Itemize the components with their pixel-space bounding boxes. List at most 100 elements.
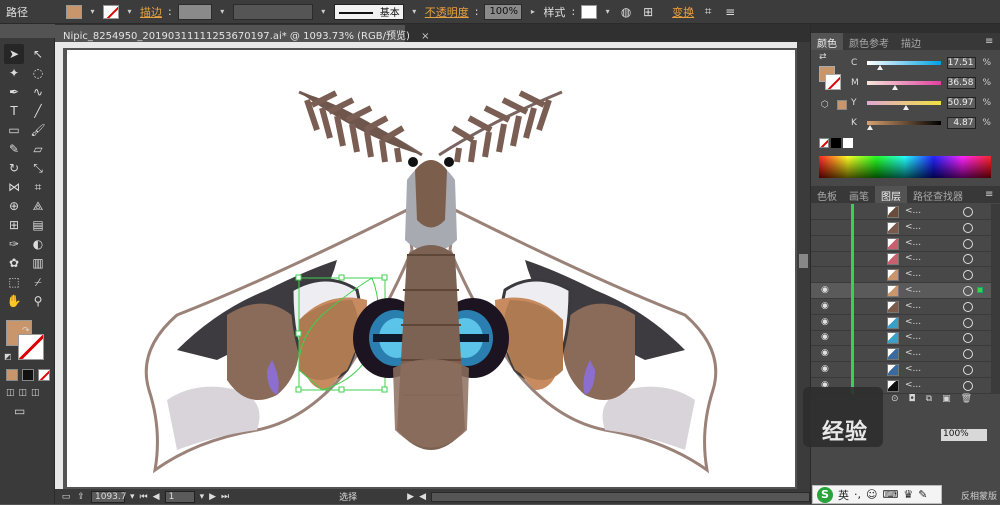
- panel-tab[interactable]: 描边: [895, 33, 927, 50]
- channel-slider[interactable]: [866, 81, 941, 90]
- channel-value-field[interactable]: 4.87: [947, 117, 977, 129]
- layer-name[interactable]: <...: [905, 364, 921, 374]
- channel-value-field[interactable]: 50.97: [946, 97, 977, 109]
- stroke-weight-dropdown-icon[interactable]: ▾: [218, 5, 227, 19]
- target-icon[interactable]: [963, 254, 973, 265]
- panel-tab[interactable]: 颜色参考: [843, 33, 895, 50]
- delete-icon[interactable]: 🗑: [961, 394, 972, 406]
- opacity-field[interactable]: 100%: [484, 3, 523, 20]
- layer-name[interactable]: <...: [905, 348, 921, 358]
- slider-knob[interactable]: [867, 125, 874, 130]
- eraser-icon[interactable]: ▱: [28, 139, 48, 159]
- target-icon[interactable]: [963, 270, 973, 281]
- locate-object-icon[interactable]: ⊙: [891, 394, 899, 406]
- visibility-eye-icon[interactable]: [821, 223, 831, 232]
- page-field[interactable]: 1: [164, 490, 195, 503]
- direct-selection-icon[interactable]: ↖: [28, 44, 48, 64]
- export-icon[interactable]: ⇪: [76, 489, 86, 505]
- brush-definition-field[interactable]: 基本: [333, 3, 404, 20]
- swap-icon[interactable]: ⇄: [819, 52, 827, 62]
- selection-indicator-icon[interactable]: [977, 287, 983, 293]
- layer-name[interactable]: <...: [905, 238, 921, 248]
- ime-tools-icon[interactable]: ✎: [918, 488, 927, 501]
- type-icon[interactable]: T: [4, 101, 24, 121]
- panel-menu-icon[interactable]: ≡: [722, 4, 738, 20]
- panel-tab[interactable]: 色板: [811, 186, 843, 203]
- slider-knob[interactable]: [903, 105, 910, 110]
- first-page-icon[interactable]: ⏮: [140, 492, 148, 502]
- ime-language[interactable]: 英: [838, 487, 849, 503]
- graph-icon[interactable]: ▥: [28, 253, 48, 273]
- layers-scrollbar[interactable]: [991, 204, 1000, 394]
- artboard-icon[interactable]: ⬚: [4, 272, 24, 292]
- transform-label[interactable]: 变换: [672, 4, 694, 20]
- color-mode-icon[interactable]: [6, 369, 18, 381]
- profile-dropdown-icon[interactable]: ▾: [319, 5, 328, 19]
- opacity-label[interactable]: 不透明度: [425, 4, 469, 20]
- none-mode-icon[interactable]: [38, 369, 50, 381]
- fill-color-swatch[interactable]: [66, 4, 82, 19]
- ime-emoji-icon[interactable]: ☺: [866, 488, 877, 501]
- horizontal-scrollbar[interactable]: [430, 491, 810, 502]
- visibility-eye-icon[interactable]: ◉: [821, 333, 831, 342]
- free-transform-icon[interactable]: ⌗: [28, 177, 48, 197]
- next-page-icon[interactable]: ▶: [209, 492, 216, 502]
- line-icon[interactable]: ╱: [28, 101, 48, 121]
- layer-name[interactable]: <...: [905, 332, 921, 342]
- eyedropper-icon[interactable]: ✑: [4, 234, 24, 254]
- target-icon[interactable]: [963, 365, 973, 375]
- target-icon[interactable]: [963, 286, 973, 296]
- channel-value-field[interactable]: 17.51: [946, 57, 977, 69]
- layer-name[interactable]: <...: [905, 269, 921, 279]
- gradient-icon[interactable]: ▤: [28, 215, 48, 235]
- white-color-icon[interactable]: [843, 138, 853, 148]
- lasso-icon[interactable]: ◌: [28, 63, 48, 83]
- panel-tab[interactable]: 颜色: [811, 33, 843, 50]
- visibility-eye-icon[interactable]: [821, 270, 831, 279]
- target-icon[interactable]: [963, 380, 973, 391]
- layer-name[interactable]: <...: [905, 285, 921, 295]
- color-panel-stroke-swatch[interactable]: [825, 74, 841, 90]
- target-icon[interactable]: [963, 238, 973, 249]
- target-icon[interactable]: [963, 349, 973, 360]
- layer-row[interactable]: ◉ <...: [811, 298, 991, 315]
- mesh-icon[interactable]: ⊞: [4, 215, 24, 235]
- channel-slider[interactable]: [866, 121, 942, 130]
- layer-name[interactable]: <...: [905, 206, 921, 216]
- visibility-eye-icon[interactable]: ◉: [821, 286, 831, 295]
- color-spectrum[interactable]: [819, 156, 991, 178]
- artboard-nav-icon[interactable]: ▭: [61, 489, 71, 505]
- layer-row[interactable]: <...: [811, 251, 991, 268]
- make-clipping-mask-icon[interactable]: ◘: [909, 394, 916, 406]
- channel-value-field[interactable]: 36.58: [946, 77, 977, 89]
- layer-row[interactable]: ◉ <...: [811, 283, 991, 299]
- visibility-eye-icon[interactable]: [821, 254, 831, 263]
- stroke-label[interactable]: 描边: [140, 4, 162, 20]
- out-of-gamut-icon[interactable]: ⬡: [821, 100, 829, 110]
- page-dropdown-icon[interactable]: ▾: [200, 492, 205, 502]
- magic-wand-icon[interactable]: ✦: [4, 63, 24, 83]
- hand-icon[interactable]: ✋: [4, 291, 24, 311]
- sogou-logo-icon[interactable]: S: [817, 486, 833, 503]
- layer-name[interactable]: <...: [905, 301, 921, 311]
- visibility-eye-icon[interactable]: ◉: [821, 317, 831, 327]
- layer-row[interactable]: ◉ <...: [811, 314, 991, 331]
- slider-knob[interactable]: [892, 85, 899, 90]
- channel-slider[interactable]: [866, 61, 941, 70]
- symbol-icon[interactable]: ✿: [4, 253, 24, 273]
- layers-menu-icon[interactable]: ≡: [985, 189, 993, 200]
- layer-row[interactable]: ◉ <...: [811, 346, 991, 363]
- default-colors-icon[interactable]: ◩: [4, 352, 12, 361]
- align-icon[interactable]: ⊞: [640, 4, 656, 20]
- moth-artwork[interactable]: [67, 50, 795, 487]
- graphic-style-swatch[interactable]: [581, 4, 598, 19]
- panel-menu-icon[interactable]: ≡: [985, 36, 993, 47]
- target-icon[interactable]: [963, 222, 973, 233]
- variable-width-profile[interactable]: [232, 3, 313, 20]
- layer-row[interactable]: <...: [811, 219, 991, 236]
- swap-fill-stroke-icon[interactable]: ↷: [22, 326, 30, 336]
- document-tab[interactable]: Nipic_8254950_20190311111253670197.ai* @…: [55, 25, 429, 42]
- ime-skin-icon[interactable]: ♛: [903, 488, 913, 501]
- layer-name[interactable]: <...: [905, 317, 921, 327]
- target-icon[interactable]: [963, 333, 973, 344]
